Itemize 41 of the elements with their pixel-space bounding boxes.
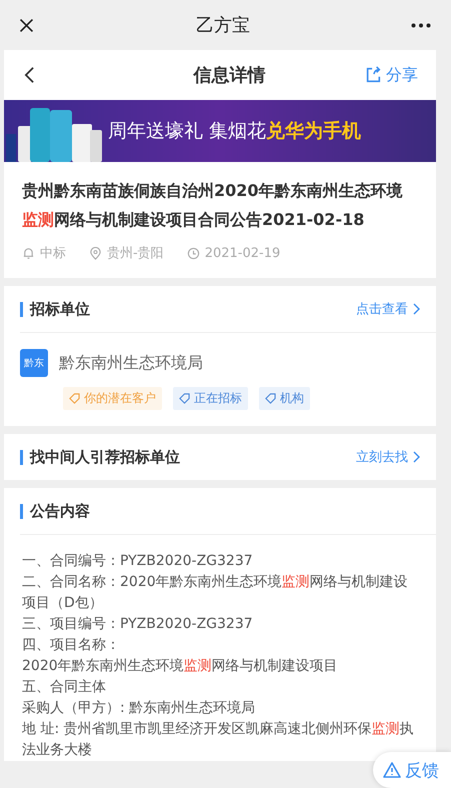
notice-region: 贵州-贵阳 xyxy=(107,245,164,262)
page-title: 信息详情 xyxy=(194,64,266,87)
share-icon xyxy=(364,66,382,84)
warning-icon xyxy=(383,762,401,778)
find-link[interactable]: 立刻去找 xyxy=(356,448,420,466)
section-heading: 公告内容 xyxy=(20,504,90,518)
content-paragraph: 采购人（甲方）: 黔东南州生态环境局 xyxy=(22,699,256,718)
tag: 你的潜在客户 xyxy=(63,387,162,410)
back-icon[interactable] xyxy=(24,66,35,84)
bell-icon xyxy=(22,246,35,260)
section-heading: 招标单位 xyxy=(20,302,90,316)
notice-title: 贵州黔东南苗族侗族自治州2020年黔东南州生态环境 监测网络与机制建设项目合同公告2021-02-18 xyxy=(22,180,404,231)
chevron-right-icon xyxy=(413,451,420,463)
tag: 机构 xyxy=(259,387,310,410)
content-paragraph: 二、合同名称：2020年黔东南州生态环境监测网络与机制建设项目（D包） xyxy=(22,573,409,613)
org-avatar: 黔东 xyxy=(20,349,48,377)
chevron-right-icon xyxy=(413,303,420,315)
section-heading: 找中间人引荐招标单位 xyxy=(20,450,180,464)
content-paragraph: 三、项目编号：PYZB2020-ZG3237 xyxy=(22,615,254,634)
content-paragraph: 四、项目名称： xyxy=(22,636,121,655)
share-button[interactable]: 分享 xyxy=(364,64,418,86)
view-link[interactable]: 点击查看 xyxy=(356,300,420,318)
tag: 正在招标 xyxy=(173,387,248,410)
clock-icon xyxy=(186,246,200,260)
banner-highlight: 兑华为手机 xyxy=(266,119,362,144)
feedback-button[interactable]: 反馈 xyxy=(373,752,451,788)
content-paragraph: 一、合同编号：PYZB2020-ZG3237 xyxy=(22,552,254,571)
notice-date: 2021-02-19 xyxy=(204,246,280,260)
content-paragraph: 五、合同主体 xyxy=(22,678,107,697)
org-name[interactable]: 黔东南州生态环境局 xyxy=(59,352,203,374)
tag-icon xyxy=(179,393,190,404)
tag-icon xyxy=(69,393,80,404)
location-icon xyxy=(89,246,102,260)
tag-icon xyxy=(265,393,276,404)
ad-banner[interactable]: 周年送壕礼 集烟花兑华为手机 xyxy=(4,100,436,162)
notice-type: 中标 xyxy=(40,245,66,262)
more-icon[interactable] xyxy=(411,22,431,28)
banner-text: 周年送壕礼 集烟花 xyxy=(108,119,266,144)
app-title: 乙方宝 xyxy=(196,14,250,37)
content-paragraph: 2020年黔东南州生态环境监测网络与机制建设项目 xyxy=(22,657,339,676)
close-icon[interactable] xyxy=(18,16,35,34)
